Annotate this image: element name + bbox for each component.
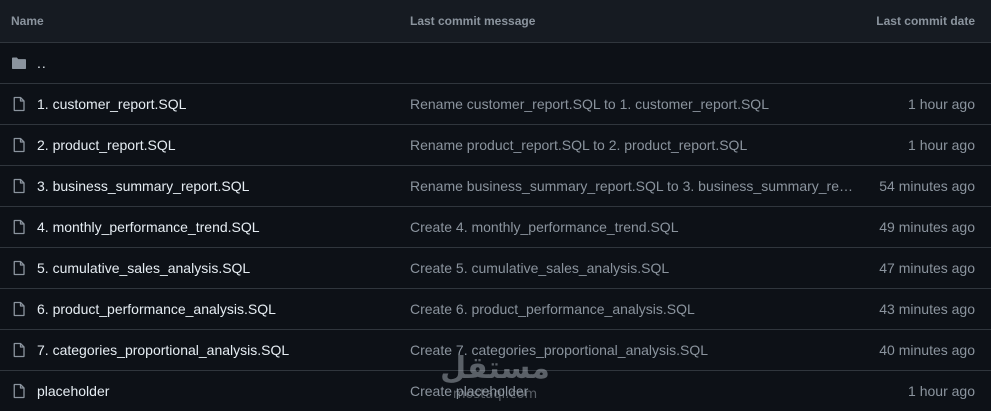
commit-date: 47 minutes ago: [879, 260, 975, 276]
folder-icon: [11, 55, 27, 71]
commit-date: 43 minutes ago: [879, 301, 975, 317]
file-name-link[interactable]: 7. categories_proportional_analysis.SQL: [37, 342, 289, 358]
parent-directory-row[interactable]: ..: [0, 43, 991, 84]
file-icon: [11, 96, 27, 112]
file-icon: [11, 219, 27, 235]
file-name-link[interactable]: 5. cumulative_sales_analysis.SQL: [37, 260, 250, 276]
file-table: Name Last commit message Last commit dat…: [0, 0, 991, 407]
file-name-link[interactable]: 2. product_report.SQL: [37, 137, 176, 153]
file-name-link[interactable]: 6. product_performance_analysis.SQL: [37, 301, 276, 317]
commit-date: 1 hour ago: [908, 137, 975, 153]
file-name-link[interactable]: 1. customer_report.SQL: [37, 96, 186, 112]
file-row[interactable]: 4. monthly_performance_trend.SQL Create 4…: [0, 207, 991, 248]
file-icon: [11, 301, 27, 317]
commit-message-link[interactable]: Create placeholder: [410, 383, 858, 399]
commit-date: 40 minutes ago: [879, 342, 975, 358]
commit-message-link[interactable]: Rename business_summary_report.SQL to 3.…: [410, 178, 858, 194]
file-row[interactable]: placeholder Create placeholder 1 hour ago: [0, 371, 991, 411]
commit-message-link[interactable]: Create 6. product_performance_analysis.S…: [410, 301, 858, 317]
commit-message-link[interactable]: Rename customer_report.SQL to 1. custome…: [410, 96, 858, 112]
commit-date: 54 minutes ago: [879, 178, 975, 194]
commit-date: 49 minutes ago: [879, 219, 975, 235]
file-icon: [11, 178, 27, 194]
file-name-link[interactable]: 4. monthly_performance_trend.SQL: [37, 219, 260, 235]
file-row[interactable]: 5. cumulative_sales_analysis.SQL Create 5…: [0, 248, 991, 289]
file-icon: [11, 260, 27, 276]
commit-message-link[interactable]: Rename product_report.SQL to 2. product_…: [410, 137, 858, 153]
file-icon: [11, 383, 27, 399]
table-header: Name Last commit message Last commit dat…: [0, 0, 991, 43]
file-row[interactable]: 2. product_report.SQL Rename product_repo…: [0, 125, 991, 166]
commit-date: 1 hour ago: [908, 383, 975, 399]
file-name-link[interactable]: 3. business_summary_report.SQL: [37, 178, 249, 194]
commit-message-link[interactable]: Create 5. cumulative_sales_analysis.SQL: [410, 260, 858, 276]
file-name-link[interactable]: placeholder: [37, 383, 109, 399]
file-row[interactable]: 3. business_summary_report.SQL Rename bus…: [0, 166, 991, 207]
file-row[interactable]: 1. customer_report.SQL Rename customer_re…: [0, 84, 991, 125]
parent-directory-link[interactable]: ..: [37, 55, 47, 71]
file-icon: [11, 137, 27, 153]
file-icon: [11, 342, 27, 358]
column-header-date: Last commit date: [876, 14, 975, 28]
commit-message-link[interactable]: Create 4. monthly_performance_trend.SQL: [410, 219, 858, 235]
column-header-name: Name: [11, 14, 44, 28]
file-row[interactable]: 7. categories_proportional_analysis.SQL C…: [0, 330, 991, 371]
commit-message-link[interactable]: Create 7. categories_proportional_analys…: [410, 342, 858, 358]
file-row[interactable]: 6. product_performance_analysis.SQL Creat…: [0, 289, 991, 330]
column-header-message: Last commit message: [410, 14, 536, 28]
commit-date: 1 hour ago: [908, 96, 975, 112]
